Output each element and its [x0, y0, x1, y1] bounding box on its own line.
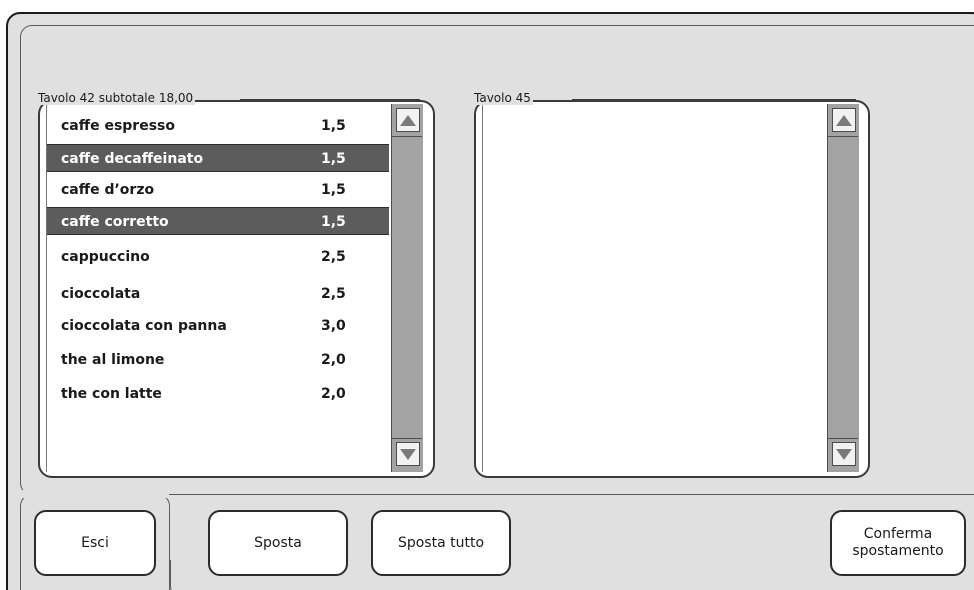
- item-name: caffe corretto: [61, 214, 169, 230]
- source-scrollbar[interactable]: [391, 104, 423, 472]
- list-item[interactable]: cioccolata con panna 3,0: [47, 312, 389, 340]
- source-table-listbox: caffe espresso 1,5 caffe decaffeinato 1,…: [38, 100, 435, 478]
- item-price: 2,5: [321, 286, 346, 302]
- label-underline: [572, 99, 856, 101]
- list-item[interactable]: cappuccino 2,5: [47, 243, 389, 271]
- item-price: 2,0: [321, 386, 346, 402]
- triangle-down-icon: [400, 449, 416, 460]
- item-name: cappuccino: [61, 249, 150, 265]
- item-name: caffe espresso: [61, 118, 175, 134]
- destination-item-list[interactable]: [482, 104, 825, 472]
- list-item[interactable]: the con latte 2,0: [47, 380, 389, 408]
- item-name: the con latte: [61, 386, 162, 402]
- app-window: caffe espresso 1,5 caffe decaffeinato 1,…: [0, 0, 974, 590]
- source-item-list[interactable]: caffe espresso 1,5 caffe decaffeinato 1,…: [46, 104, 389, 472]
- item-name: caffe d’orzo: [61, 182, 155, 198]
- panel-joint: [21, 490, 169, 498]
- scrollbar-divider: [392, 438, 422, 439]
- source-table-label: Tavolo 42 subtotale 18,00: [36, 91, 196, 105]
- item-name: cioccolata con panna: [61, 318, 227, 334]
- list-item-selected[interactable]: caffe corretto 1,5: [47, 207, 389, 235]
- scroll-down-button[interactable]: [832, 442, 856, 466]
- scroll-up-button[interactable]: [832, 108, 856, 132]
- list-item[interactable]: caffe d’orzo 1,5: [47, 176, 389, 204]
- item-price: 1,5: [321, 214, 346, 230]
- triangle-up-icon: [836, 115, 852, 126]
- exit-button[interactable]: Esci: [34, 510, 156, 576]
- scroll-down-button[interactable]: [396, 442, 420, 466]
- scrollbar-divider: [392, 136, 422, 137]
- item-price: 2,5: [321, 249, 346, 265]
- item-name: the al limone: [61, 352, 165, 368]
- label-underline: [240, 99, 420, 101]
- item-price: 3,0: [321, 318, 346, 334]
- triangle-up-icon: [400, 115, 416, 126]
- list-item[interactable]: caffe espresso 1,5: [47, 112, 389, 140]
- scroll-up-button[interactable]: [396, 108, 420, 132]
- item-price: 2,0: [321, 352, 346, 368]
- item-price: 1,5: [321, 118, 346, 134]
- list-item-selected[interactable]: caffe decaffeinato 1,5: [47, 144, 389, 172]
- item-price: 1,5: [321, 182, 346, 198]
- scrollbar-divider: [828, 438, 858, 439]
- item-price: 1,5: [321, 151, 346, 167]
- list-item[interactable]: the al limone 2,0: [47, 346, 389, 374]
- move-button[interactable]: Sposta: [208, 510, 348, 576]
- confirm-move-button[interactable]: Conferma spostamento: [830, 510, 966, 576]
- scrollbar-divider: [828, 136, 858, 137]
- item-name: cioccolata: [61, 286, 141, 302]
- destination-scrollbar[interactable]: [827, 104, 859, 472]
- item-name: caffe decaffeinato: [61, 151, 204, 167]
- move-all-button[interactable]: Sposta tutto: [371, 510, 511, 576]
- list-item[interactable]: cioccolata 2,5: [47, 280, 389, 308]
- destination-table-listbox: [474, 100, 870, 478]
- destination-table-label: Tavolo 45: [472, 91, 533, 105]
- triangle-down-icon: [836, 449, 852, 460]
